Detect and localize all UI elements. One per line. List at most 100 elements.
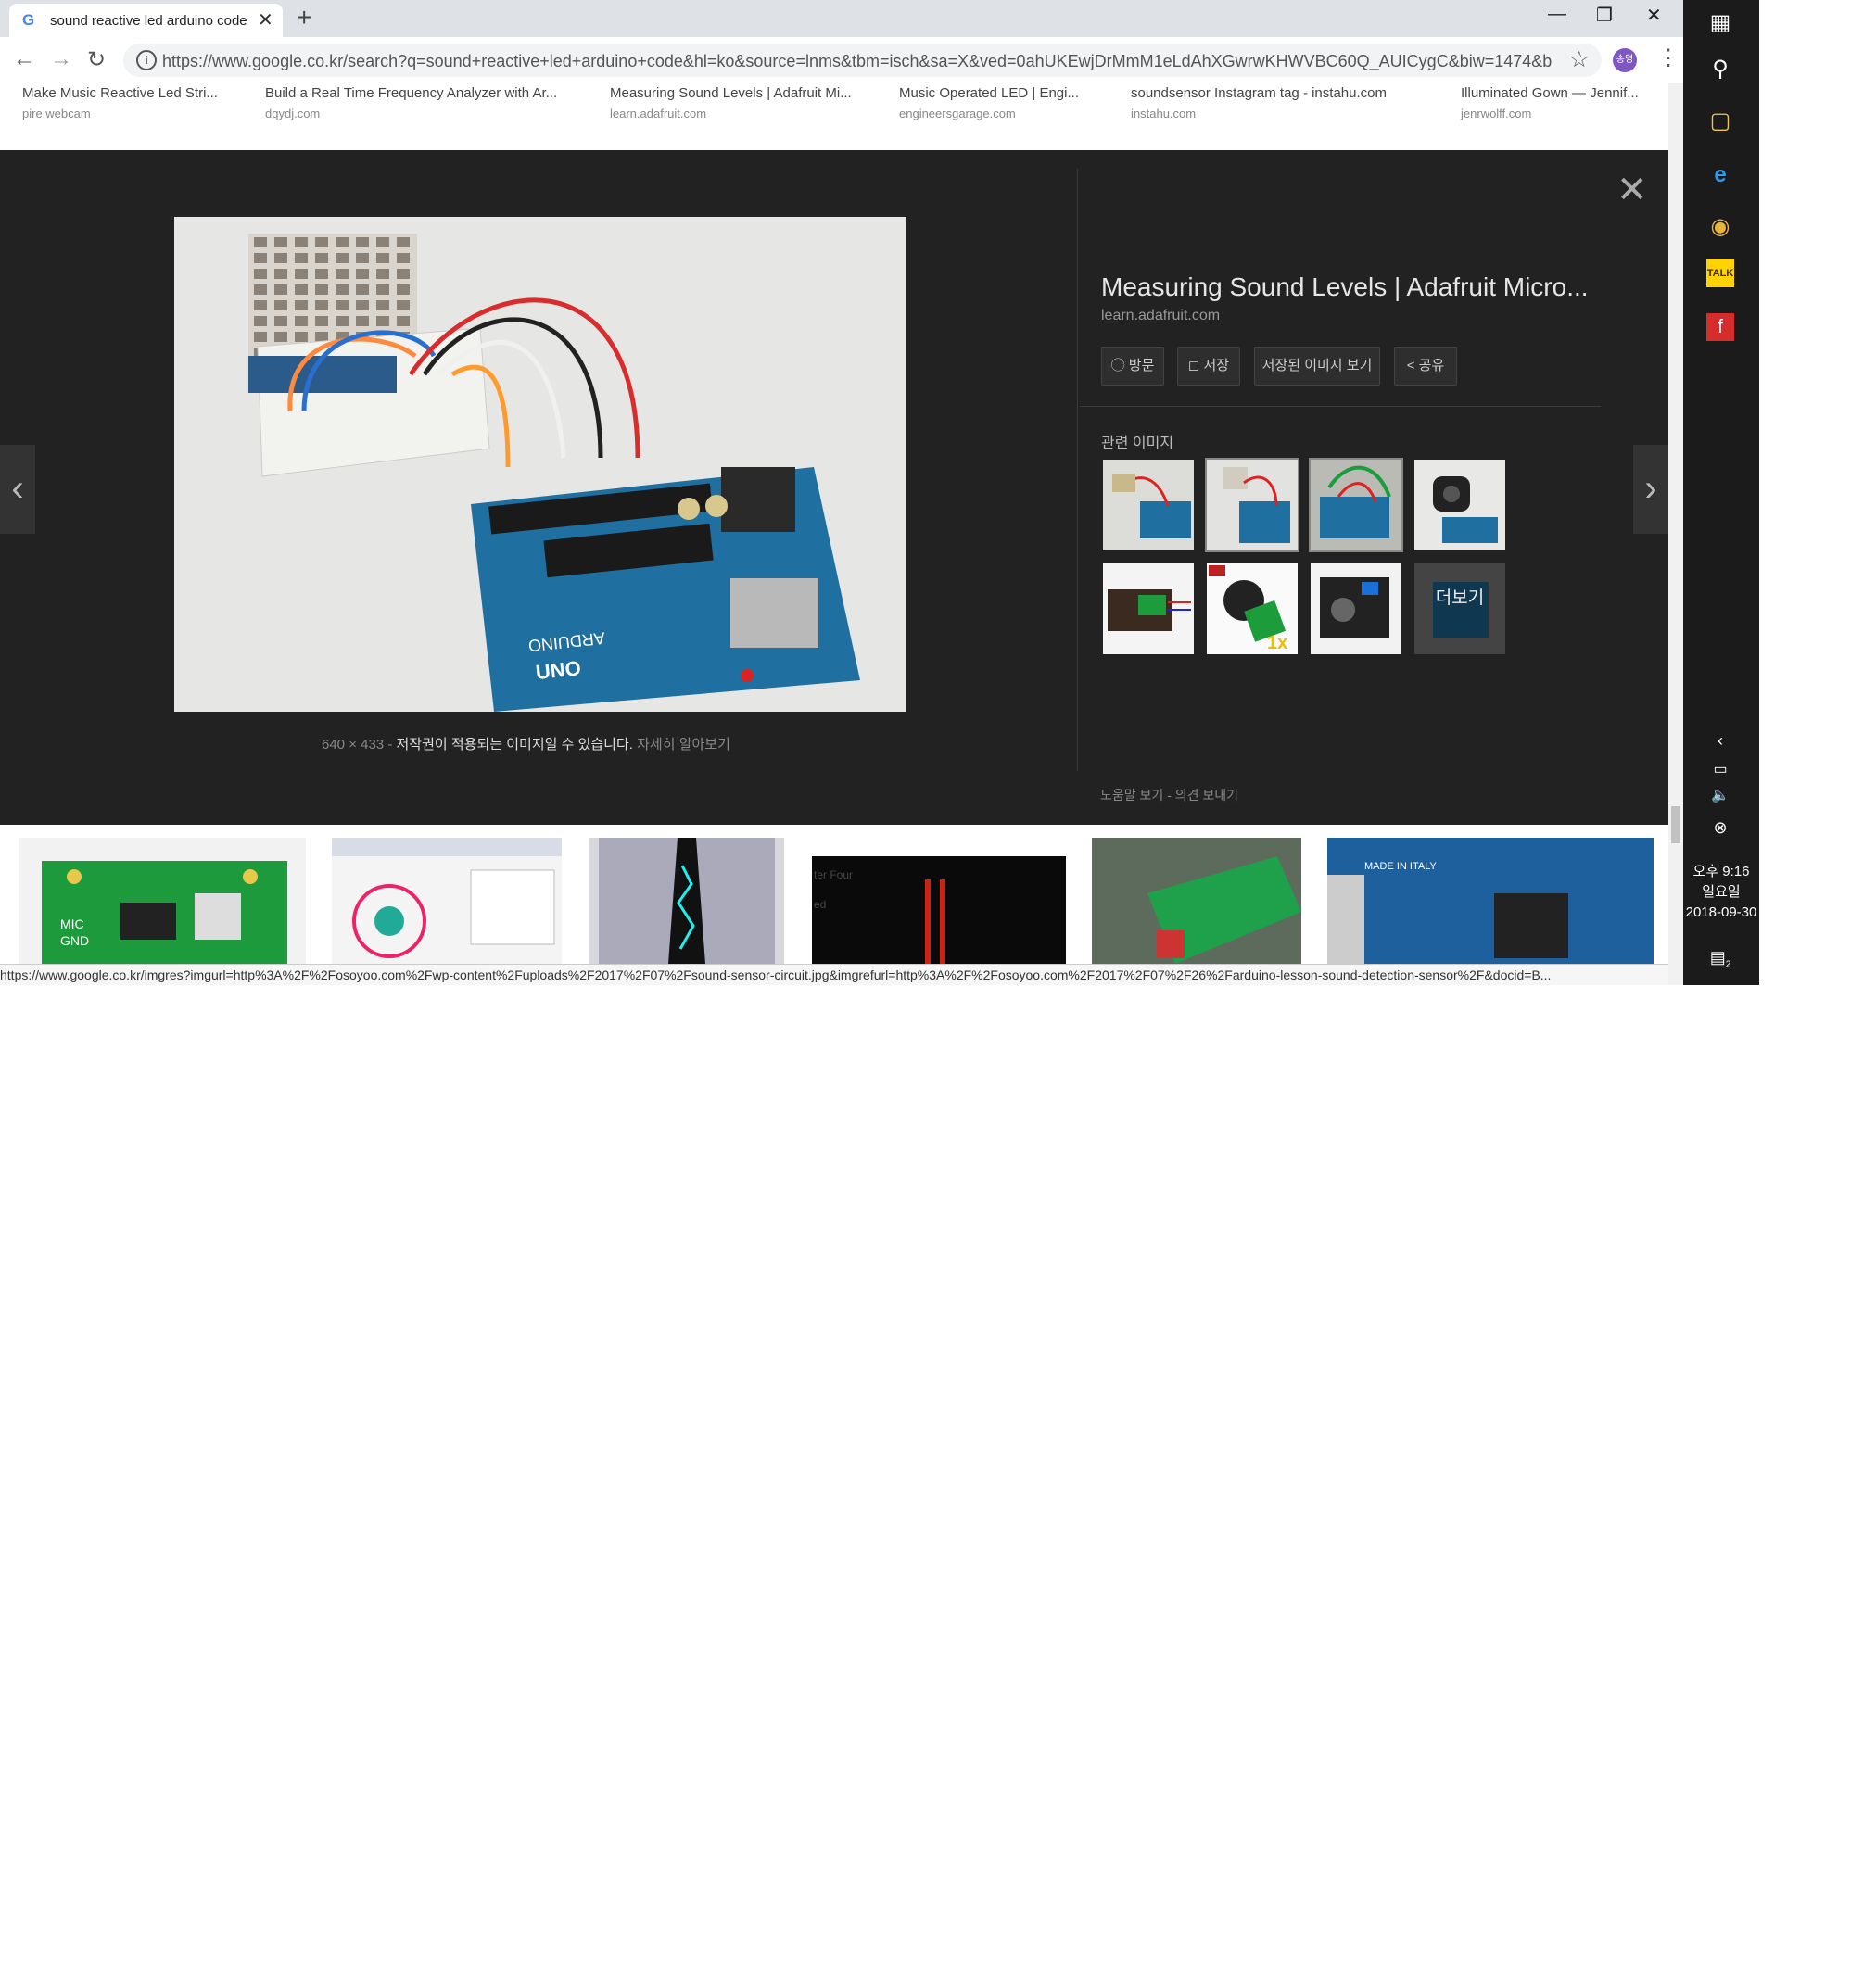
led-dot [397, 253, 410, 263]
minimize-icon[interactable]: — [1548, 4, 1566, 25]
led-dot [274, 269, 287, 279]
grid-image[interactable] [332, 838, 562, 964]
related-thumb[interactable] [1103, 563, 1194, 654]
restore-icon[interactable]: ❐ [1596, 4, 1613, 27]
visit-button[interactable]: ◯ 방문 [1101, 347, 1164, 386]
chrome-window: G sound reactive led arduino code ✕ + — … [0, 0, 1683, 985]
feedback-link[interactable]: 의견 보내기 [1175, 788, 1238, 803]
forward-icon[interactable]: → [50, 46, 72, 72]
globe-icon: ◯ [1110, 358, 1125, 373]
separator [1080, 406, 1601, 407]
chevron-left-icon[interactable]: ‹ [0, 445, 35, 534]
result-title: Build a Real Time Frequency Analyzer wit… [265, 85, 558, 101]
share-button[interactable]: < 공유 [1394, 347, 1457, 386]
learn-more-link[interactable]: 자세히 알아보기 [637, 737, 730, 752]
led-dot [397, 300, 410, 310]
led-dot [295, 284, 308, 295]
page-scrollbar[interactable] [1668, 83, 1683, 985]
led-dot [356, 237, 369, 247]
svg-text:ter Four: ter Four [814, 868, 853, 881]
led-dot [295, 332, 308, 342]
related-thumb[interactable] [1311, 563, 1401, 654]
led-dot [336, 316, 349, 326]
saved-images-button[interactable]: 저장된 이미지 보기 [1254, 347, 1380, 386]
new-tab-button[interactable]: + [297, 3, 311, 32]
led-dot [295, 269, 308, 279]
windows-icon[interactable]: ▦ [1699, 2, 1742, 44]
chrome-icon[interactable]: ◉ [1699, 206, 1742, 248]
help-link[interactable]: 도움말 보기 [1100, 788, 1163, 803]
preview-image[interactable]: ARDUINO UNO [174, 217, 906, 712]
related-thumb[interactable]: 1x [1207, 563, 1298, 654]
svg-text:GND: GND [60, 933, 89, 948]
flash-icon[interactable]: f [1706, 313, 1734, 341]
image-preview-panel: ‹ › ARDUINO UNO 640 × 433 - 저작권이 적용되는 이미… [0, 150, 1668, 825]
status-bar: https://www.google.co.kr/imgres?imgurl=h… [0, 964, 1668, 985]
taskbar: ▦ ⚲ ▢ e ◉ TALK f ‹ ▭ 🔈 ⊗ 오후 9:16 일요일 201… [1683, 0, 1759, 985]
info-icon[interactable]: i [136, 50, 157, 70]
related-thumb[interactable] [1309, 458, 1403, 552]
led-dot [376, 237, 389, 247]
led-dot [397, 237, 410, 247]
grid-image[interactable]: ter Four ed [812, 838, 1066, 964]
result-item[interactable]: Make Music Reactive Led Stri... pire.webc… [22, 85, 218, 120]
back-icon[interactable]: ← [13, 46, 35, 72]
scrollbar-thumb[interactable] [1671, 806, 1680, 843]
related-thumb[interactable] [1103, 460, 1194, 550]
url-text[interactable]: https://www.google.co.kr/search?q=sound+… [162, 52, 1553, 71]
tab-close-icon[interactable]: ✕ [258, 8, 273, 32]
notification-icon[interactable]: ▤2 [1699, 936, 1742, 979]
menu-icon[interactable]: ⋮ [1657, 44, 1680, 71]
preview-title[interactable]: Measuring Sound Levels | Adafruit Micro.… [1101, 272, 1589, 302]
grid-image[interactable] [589, 838, 784, 964]
arduino-photo: ARDUINO UNO [174, 217, 906, 712]
ie-icon[interactable]: e [1699, 154, 1742, 196]
close-icon[interactable]: ✕ [1616, 169, 1648, 211]
folder-icon[interactable]: ▢ [1699, 100, 1742, 143]
footer-links: 도움말 보기 - 의견 보내기 [1100, 788, 1239, 803]
reload-icon[interactable]: ↻ [87, 46, 106, 73]
result-title: Music Operated LED | Engi... [899, 85, 1079, 101]
led-dot [356, 284, 369, 295]
svg-text:MIC: MIC [60, 916, 84, 931]
grid-image[interactable] [1092, 838, 1301, 964]
address-bar[interactable]: i https://www.google.co.kr/search?q=soun… [123, 44, 1602, 77]
chevron-right-icon[interactable]: › [1633, 445, 1668, 534]
result-item[interactable]: Build a Real Time Frequency Analyzer wit… [265, 85, 557, 120]
image-size: 640 × 433 [322, 737, 385, 752]
clock[interactable]: 오후 9:16 일요일 2018-09-30 [1683, 862, 1759, 923]
time: 오후 9:16 [1692, 864, 1750, 879]
led-dot [254, 237, 267, 247]
related-thumb[interactable] [1414, 460, 1505, 550]
search-icon[interactable]: ⚲ [1699, 48, 1742, 91]
related-thumb[interactable] [1205, 458, 1299, 552]
result-item[interactable]: Measuring Sound Levels | Adafruit Mi... l… [610, 85, 852, 120]
tab-search[interactable]: G sound reactive led arduino code ✕ [9, 4, 283, 37]
led-dot [274, 300, 287, 310]
save-button[interactable]: ◻ 저장 [1177, 347, 1240, 386]
preview-domain[interactable]: learn.adafruit.com [1101, 308, 1220, 324]
grid-image[interactable]: MIC GND [19, 838, 306, 964]
more-related-button[interactable]: 더보기 [1414, 563, 1505, 654]
avatar[interactable]: 송영 [1613, 48, 1637, 72]
toolbar: ← → ↻ i https://www.google.co.kr/search?… [0, 37, 1683, 84]
star-icon[interactable]: ☆ [1569, 46, 1590, 73]
led-dot [274, 316, 287, 326]
window-close-icon[interactable]: ✕ [1646, 4, 1662, 27]
led-dot [397, 284, 410, 295]
result-item[interactable]: soundsensor Instagram tag - instahu.com i… [1131, 85, 1387, 120]
led-dot [315, 237, 328, 247]
panel-divider [1077, 169, 1078, 771]
image-caption: 640 × 433 - 저작권이 적용되는 이미지일 수 있습니다. 자세히 알… [322, 737, 730, 752]
screen: G sound reactive led arduino code ✕ + — … [0, 0, 1876, 1972]
close-circle-icon[interactable]: ⊗ [1699, 806, 1742, 849]
grid-image[interactable]: MADE IN ITALY [1327, 838, 1654, 964]
led-dot [274, 284, 287, 295]
led-dot [274, 332, 287, 342]
result-item[interactable]: Illuminated Gown — Jennif... jenrwolff.co… [1461, 85, 1639, 120]
led-dot [376, 253, 389, 263]
image-grid: MIC GND ter Four ed MADE IN ITALY [0, 825, 1668, 964]
led-dot [254, 300, 267, 310]
result-item[interactable]: Music Operated LED | Engi... engineersgar… [899, 85, 1079, 120]
kakaotalk-icon[interactable]: TALK [1706, 259, 1734, 287]
